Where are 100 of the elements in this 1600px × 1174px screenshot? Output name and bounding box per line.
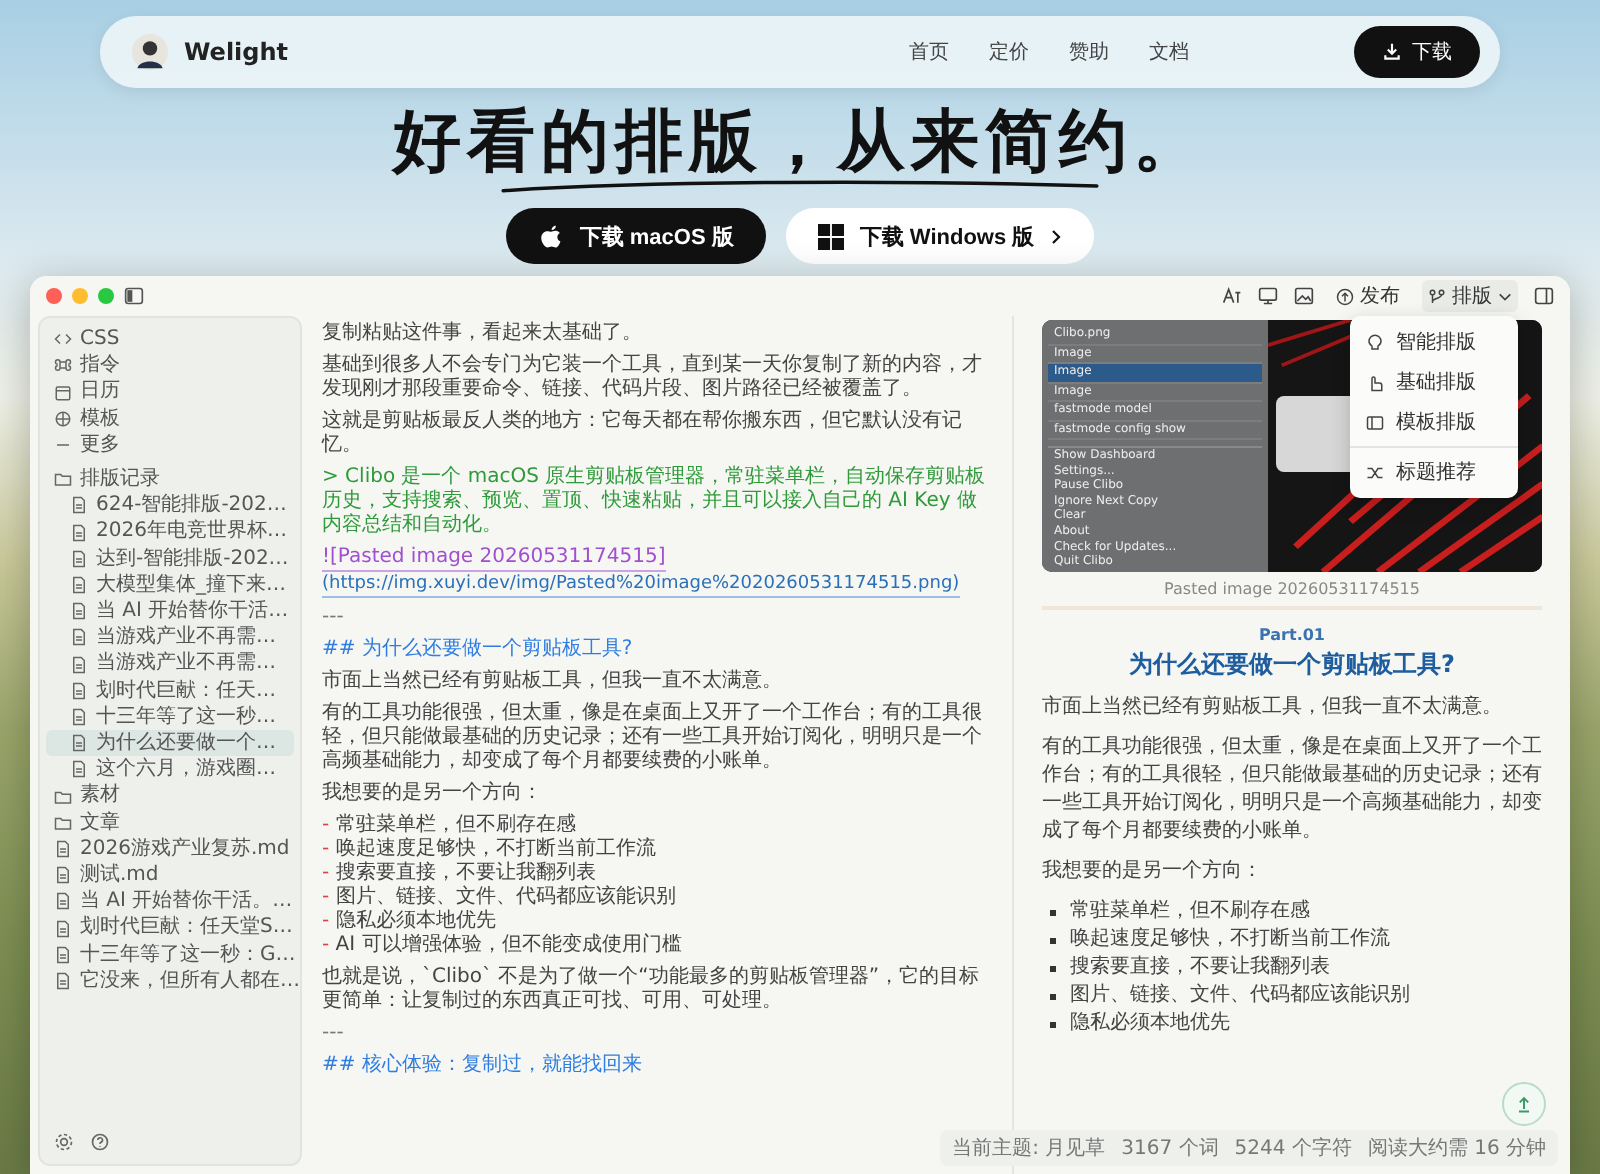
folder-item[interactable]: 文章	[46, 809, 294, 836]
file-item[interactable]: 达到-智能排版-202…	[46, 545, 294, 572]
caret-down-icon	[1498, 289, 1512, 303]
branch-icon	[1428, 287, 1446, 305]
file-item[interactable]: 当 AI 开始替你干活…	[46, 598, 294, 625]
format-button[interactable]: 排版	[1422, 280, 1518, 312]
list-item: - 隐私必须本地优先	[322, 910, 498, 933]
sidebar-tool[interactable]: 模板	[46, 405, 294, 432]
file-item[interactable]: 当 AI 开始替你干活。…	[46, 888, 294, 915]
blockquote: > Clibo 是一个 macOS 原生剪贴板管理器，常驻菜单栏，自动保存剪贴板历史，支持搜索、预览、置顶、快速粘贴，并且可以接入自己的 AI Key 做内容总结和自动化。	[322, 466, 988, 538]
file-icon	[70, 523, 88, 542]
file-item[interactable]: 624-智能排版-202…	[46, 492, 294, 519]
paragraph: 复制粘贴这件事，看起来太基础了。	[322, 322, 644, 346]
file-item[interactable]: 它没来，但所有人都在…	[46, 967, 294, 995]
file-item[interactable]: 划时代巨献：任天堂S…	[46, 914, 294, 942]
nav-link[interactable]: 文档	[1148, 38, 1189, 66]
file-item[interactable]: 大模型集体_撞下来…	[46, 571, 294, 599]
sidebar-tool[interactable]: CSS	[46, 326, 294, 353]
reading-time: 阅读大约需 16 分钟	[1367, 1135, 1546, 1162]
windows-icon	[817, 223, 844, 249]
shuffle-icon	[1366, 463, 1384, 481]
headline: 好看的排版，从来简约。	[393, 100, 1207, 184]
file-icon	[70, 707, 88, 726]
paragraph: 这就是剪贴板最反人类的地方：它每天都在帮你搬东西，但它默认没有记忆。	[322, 410, 964, 458]
image-icon[interactable]	[1294, 286, 1314, 306]
palette-icon	[54, 409, 72, 428]
file-item[interactable]: 为什么还要做一个…	[46, 730, 294, 757]
file-item[interactable]: 2026年电竞世界杯…	[46, 518, 294, 546]
file-item[interactable]: 当游戏产业不再需…	[46, 650, 294, 678]
bullet-icon	[1050, 1021, 1056, 1027]
file-icon	[70, 496, 88, 515]
file-icon	[54, 866, 72, 885]
lightbulb-icon	[1366, 333, 1384, 351]
bullet-icon	[1050, 937, 1056, 943]
file-icon	[70, 655, 88, 674]
file-item[interactable]: 2026游戏产业复苏.md	[46, 835, 294, 863]
menu-item[interactable]: 模板排版	[1350, 402, 1518, 442]
list-item: - 图片、链接、文件、代码都应该能识别	[322, 886, 678, 909]
file-icon	[70, 681, 88, 700]
file-icon	[70, 734, 88, 753]
file-icon	[70, 549, 88, 568]
nav-link[interactable]: 首页	[908, 38, 949, 66]
list-item: 隐私必须本地优先	[1070, 1010, 1230, 1038]
paragraph: 也就是说，`Clibo` 不是为了做一个“功能最多的剪贴板管理器”，它的目标更简单：让复制过的东西真正可找、可用、可处理。	[322, 966, 982, 1014]
list-item: - AI 可以增强体验，但不能变成使用门槛	[322, 934, 684, 958]
code-icon	[54, 330, 72, 349]
file-item[interactable]: 当游戏产业不再需…	[46, 624, 294, 651]
sidebar-toggle-icon[interactable]	[124, 286, 144, 306]
monitor-icon[interactable]	[1258, 286, 1278, 306]
paragraph: 市面上当然已经有剪贴板工具，但我一直不太满意。	[322, 670, 784, 694]
heading: ## 核心体验：复制过，就能找回来	[322, 1054, 644, 1078]
file-item[interactable]: 测试.md	[46, 862, 294, 889]
template-icon	[1366, 413, 1384, 431]
image-caption: Pasted image 20260531174515	[1162, 580, 1422, 598]
sidebar-tool[interactable]: 指令	[46, 352, 294, 379]
file-item[interactable]: 十三年等了这一秒：G…	[46, 941, 294, 968]
publish-button[interactable]: 发布	[1330, 280, 1406, 312]
file-icon	[70, 760, 88, 779]
folder-item[interactable]: 排版记录	[46, 466, 294, 493]
image-alt-text[interactable]: ![Pasted image 20260531174515]	[322, 546, 666, 572]
file-icon	[54, 971, 72, 990]
paragraph: 有的工具功能很强，但太重，像是在桌面上又开了一个工作台；有的工具很轻，但只能做最基础的历史记录；还有一些工具开始订阅化，明明只是一个高频基础能力，却变成了每个月都要续费的小账单。	[1042, 734, 1542, 846]
menu-item[interactable]: 智能排版	[1350, 322, 1518, 362]
paragraph: 我想要的是另一个方向：	[1042, 858, 1264, 886]
list-item: - 唤起速度足够快，不打断当前工作流	[322, 838, 658, 861]
file-icon	[54, 839, 72, 858]
windows-download-button[interactable]: 下载 Windows 版	[785, 208, 1095, 264]
nav-link[interactable]: 赞助	[1068, 38, 1109, 66]
file-icon	[70, 628, 88, 647]
file-icon	[54, 892, 72, 911]
apple-icon	[537, 223, 564, 249]
theme-label: 当前主题: 月见草	[952, 1135, 1106, 1162]
help-icon[interactable]	[90, 1132, 110, 1152]
translate-icon[interactable]	[1222, 286, 1242, 306]
download-button[interactable]: 下载	[1354, 26, 1480, 78]
menu-item[interactable]: 基础排版	[1350, 362, 1518, 402]
nav-link[interactable]: 定价	[988, 38, 1029, 66]
folder-item[interactable]: 素材	[46, 782, 294, 810]
list-item: - 常驻菜单栏，但不刷存在感	[322, 814, 578, 837]
image-link[interactable]: (https://img.xuyi.dev/img/Pasted%20image%2020260531174515.png)	[322, 572, 960, 598]
word-count: 3167 个词	[1121, 1136, 1219, 1162]
file-item[interactable]: 十三年等了这一秒…	[46, 703, 294, 731]
settings-icon[interactable]	[54, 1132, 74, 1152]
list-item: 唤起速度足够快，不打断当前工作流	[1070, 926, 1390, 954]
file-icon	[70, 602, 88, 621]
window-close-button[interactable]	[46, 288, 62, 304]
macos-download-button[interactable]: 下载 macOS 版	[505, 208, 766, 264]
sidebar-tool[interactable]: 日历	[46, 378, 294, 406]
paragraph: 有的工具功能很强，但太重，像是在桌面上又开了一个工作台；有的工具很轻，但只能做最基础的历史记录；还有一些工具开始订阅化，明明只是一个高频基础能力，却变成了每个月都要续费的小账单。	[322, 702, 984, 774]
panel-icon[interactable]	[1534, 286, 1554, 306]
file-item[interactable]: 这个六月，游戏圈…	[46, 756, 294, 783]
file-icon	[54, 919, 72, 938]
avatar-icon	[132, 34, 168, 70]
arrow-up-icon	[1514, 1094, 1534, 1114]
chevron-right-icon	[1050, 227, 1063, 245]
scroll-top-button[interactable]	[1502, 1082, 1546, 1126]
file-item[interactable]: 划时代巨献：任天…	[46, 677, 294, 704]
menu-item[interactable]: 标题推荐	[1350, 452, 1518, 492]
list-item: - 搜索要直接，不要让我翻列表	[322, 862, 598, 885]
sidebar-tool[interactable]: 更多	[46, 431, 294, 459]
